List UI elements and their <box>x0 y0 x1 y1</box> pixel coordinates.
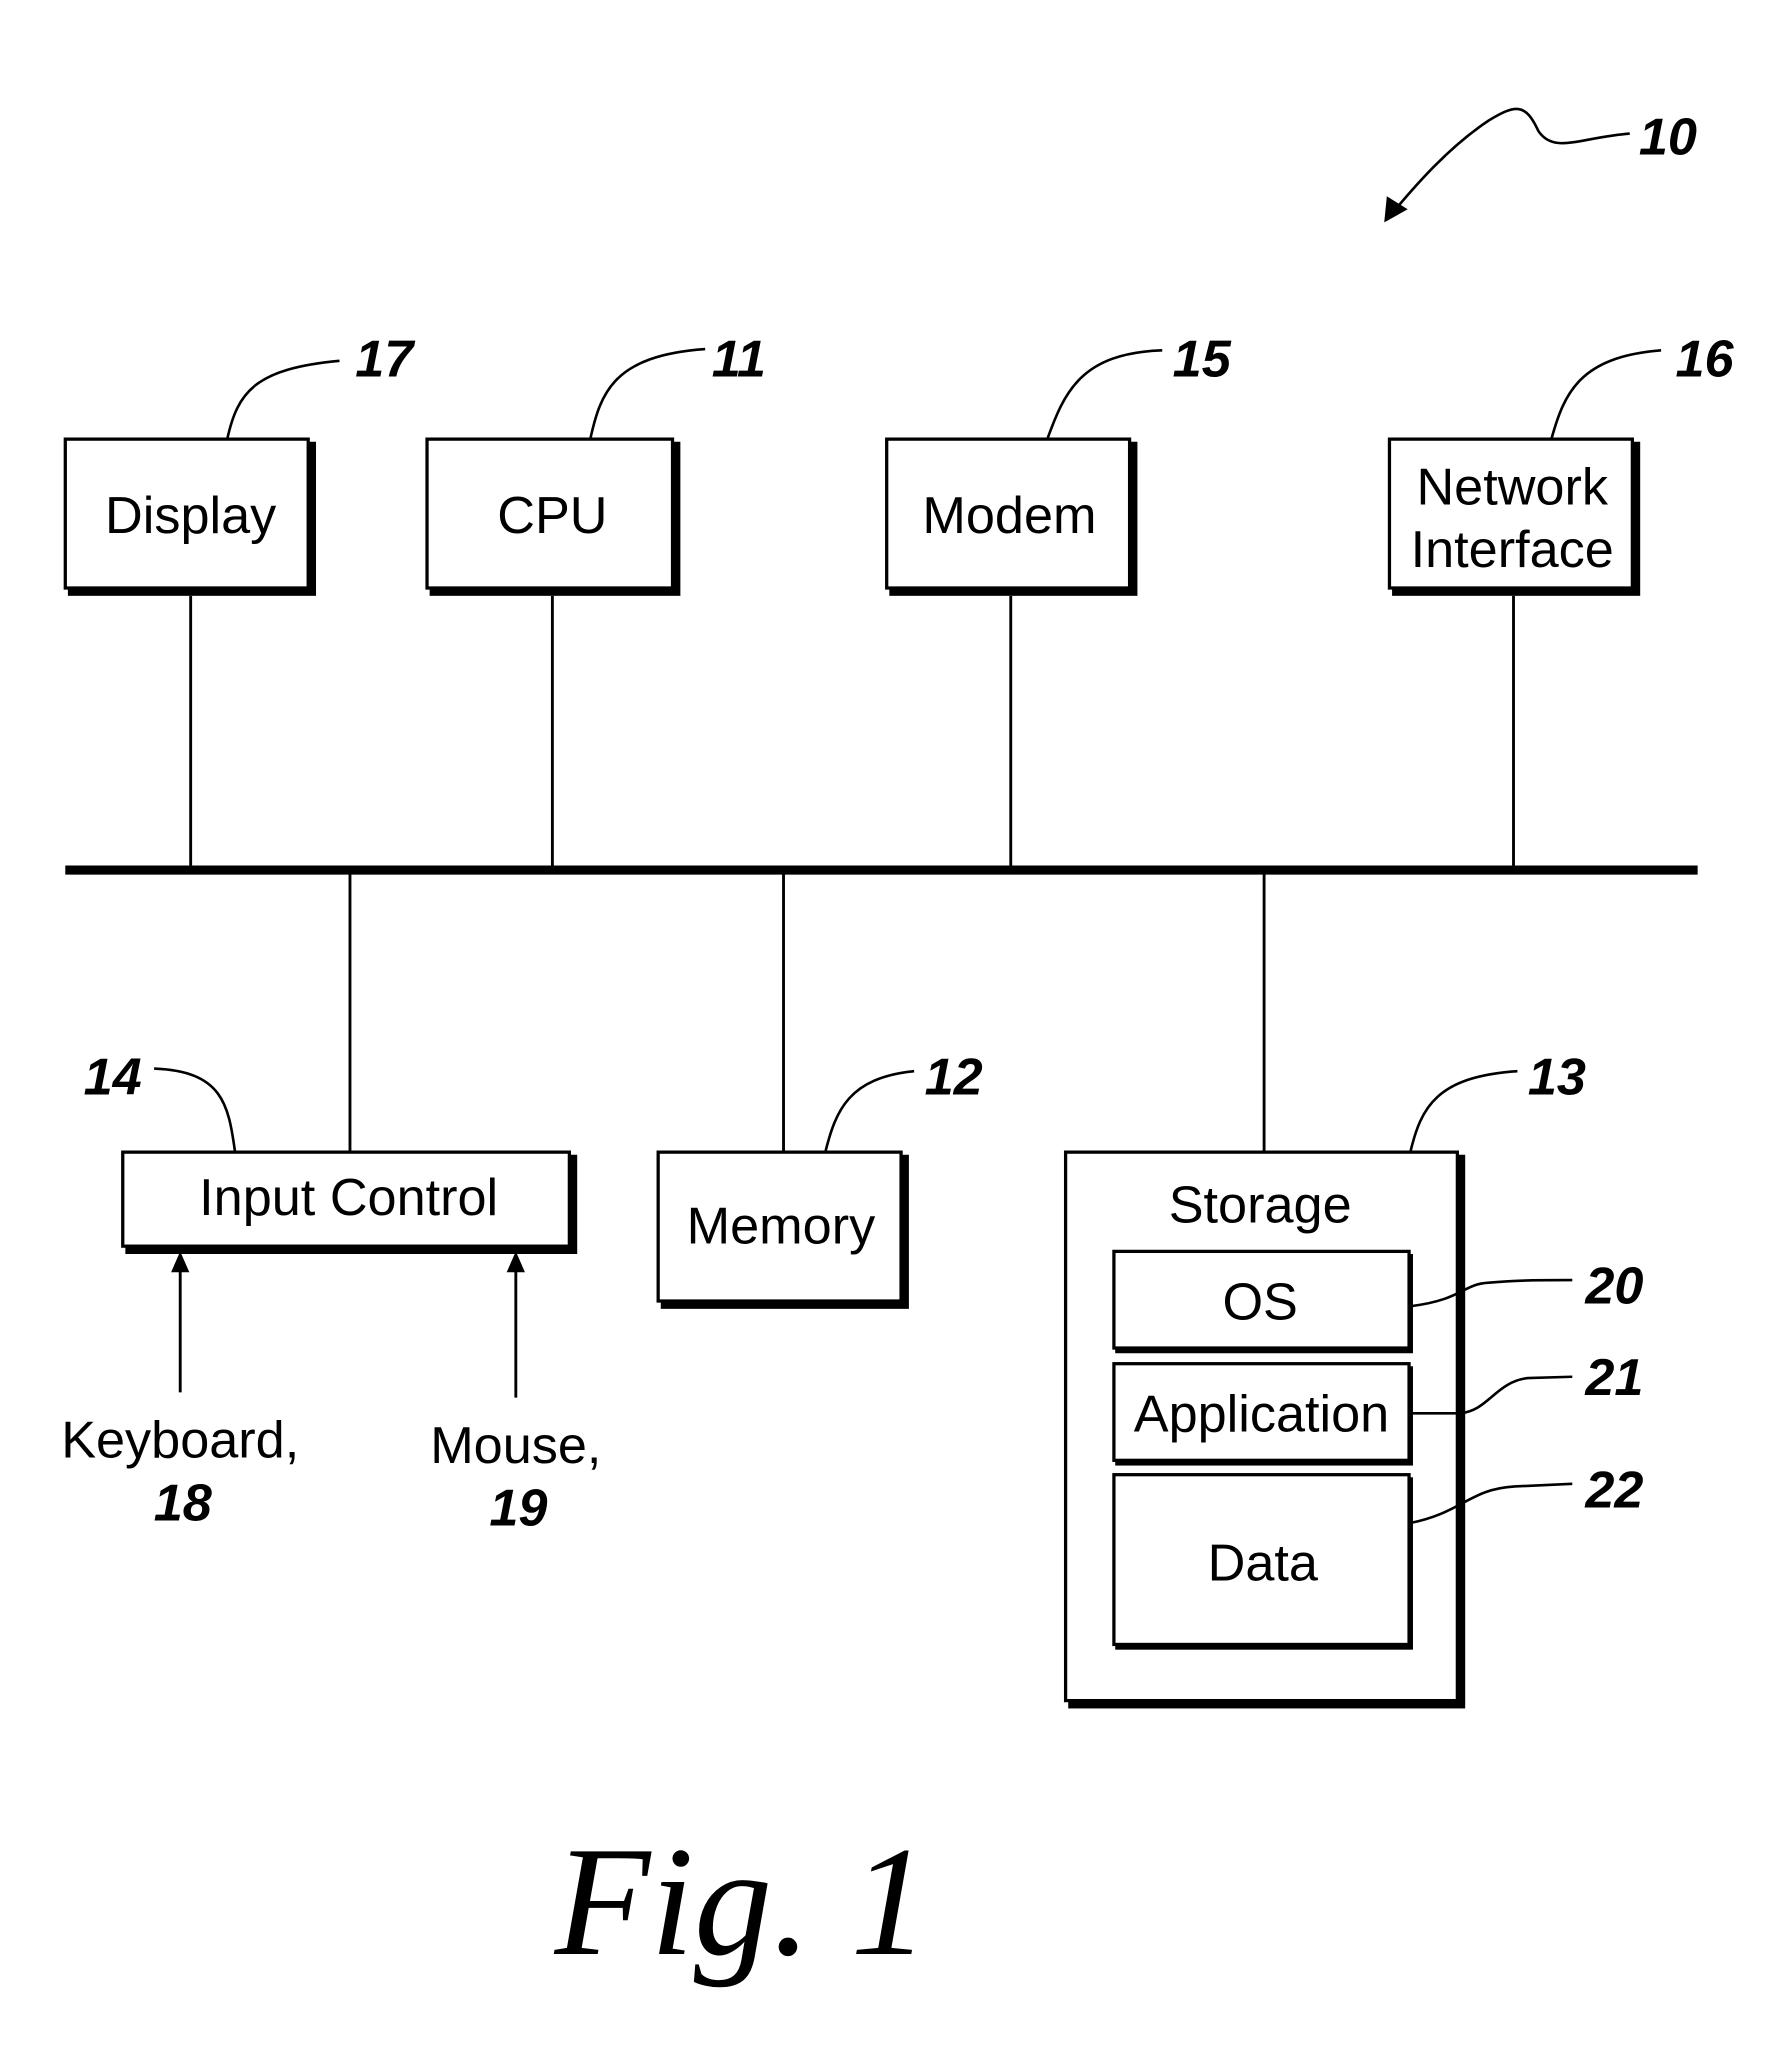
input-control-label: Input Control <box>199 1169 498 1227</box>
keyboard-input: Keyboard, 18 <box>61 1251 299 1532</box>
cpu-ref: 11 <box>712 330 766 388</box>
system-pointer-arrow <box>1385 107 1630 221</box>
figure-caption: Fig. 1 <box>554 1814 929 1988</box>
mouse-ref: 19 <box>489 1480 547 1538</box>
application-block: Application 21 <box>1112 1349 1643 1466</box>
arrow-up-icon <box>506 1251 525 1273</box>
display-block: Display 17 <box>63 330 416 868</box>
modem-block: Modem 15 <box>885 330 1232 868</box>
memory-ref: 12 <box>925 1049 983 1107</box>
network-interface-ref: 16 <box>1675 330 1734 388</box>
storage-label: Storage <box>1169 1177 1352 1235</box>
storage-ref: 13 <box>1528 1049 1586 1107</box>
data-label: Data <box>1208 1534 1319 1592</box>
system-ref-label: 10 <box>1639 108 1697 166</box>
network-interface-label-line1: Network <box>1416 458 1608 516</box>
storage-block: Storage 13 OS 20 Application 21 Data 22 <box>1063 872 1643 1709</box>
application-ref: 21 <box>1584 1349 1643 1407</box>
os-block: OS 20 <box>1112 1249 1643 1354</box>
application-label: Application <box>1134 1386 1389 1444</box>
display-label: Display <box>105 487 276 545</box>
mouse-input: Mouse, 19 <box>430 1251 601 1538</box>
block-diagram: 10 Display 17 CPU 11 Modem 15 Network In… <box>61 107 1734 1988</box>
keyboard-ref: 18 <box>154 1474 212 1532</box>
keyboard-label: Keyboard, <box>61 1412 299 1470</box>
os-label: OS <box>1222 1273 1297 1331</box>
network-interface-block: Network Interface 16 <box>1387 330 1734 868</box>
memory-block: Memory 12 <box>656 872 983 1309</box>
mouse-label: Mouse, <box>430 1417 601 1475</box>
display-ref: 17 <box>355 330 416 388</box>
data-block: Data 22 <box>1112 1461 1643 1650</box>
system-reference: 10 <box>1384 107 1697 223</box>
memory-label: Memory <box>687 1198 876 1256</box>
cpu-label: CPU <box>497 487 607 545</box>
input-control-block: Input Control 14 <box>84 872 578 1254</box>
os-ref: 20 <box>1584 1258 1643 1316</box>
input-control-ref: 14 <box>84 1049 142 1107</box>
modem-label: Modem <box>922 487 1096 545</box>
network-interface-label-line2: Interface <box>1411 521 1614 579</box>
cpu-block: CPU 11 <box>425 330 766 868</box>
modem-ref: 15 <box>1173 330 1232 388</box>
arrow-up-icon <box>171 1251 190 1273</box>
data-ref: 22 <box>1584 1461 1643 1519</box>
